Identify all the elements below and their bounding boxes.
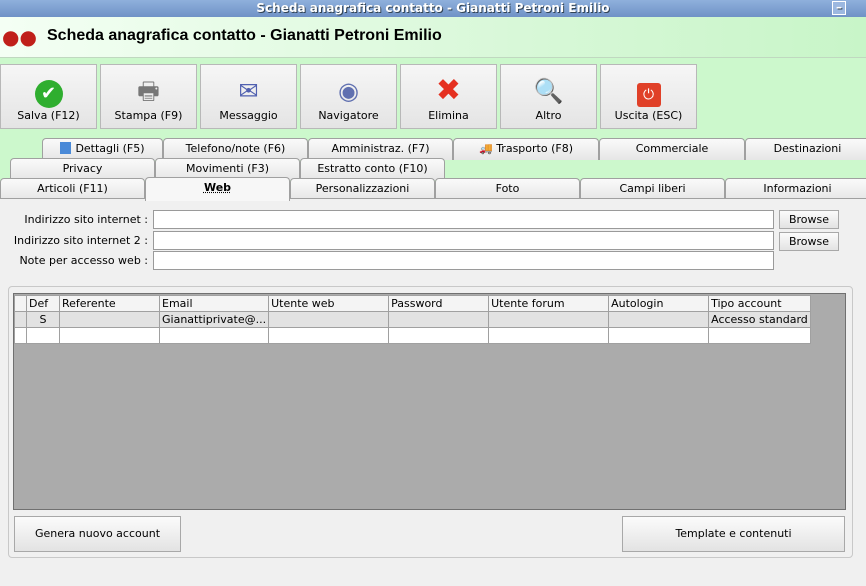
exit-button[interactable]: ⏻ Uscita (ESC) [600, 64, 697, 129]
page-title: Scheda anagrafica contatto - Gianatti Pe… [47, 27, 442, 44]
power-icon: ⏻ [601, 73, 696, 109]
other-button[interactable]: 🔍 Altro [500, 64, 597, 129]
browse-button-2[interactable]: Browse [779, 232, 839, 251]
col-password[interactable]: Password [388, 295, 490, 312]
col-def[interactable]: Def [26, 295, 60, 312]
navigator-button[interactable]: ◉ Navigatore [300, 64, 397, 129]
col-email[interactable]: Email [158, 295, 270, 312]
tab-amministraz[interactable]: Amministraz. (F7) [308, 138, 453, 160]
site1-label: Indirizzo sito internet : [24, 213, 148, 226]
web-notes-input[interactable] [153, 251, 774, 270]
col-autologin[interactable]: Autologin [608, 295, 710, 312]
tab-privacy[interactable]: Privacy [10, 158, 155, 180]
cell[interactable] [158, 327, 270, 344]
browse-button-1[interactable]: Browse [779, 210, 839, 229]
truck-icon: 🚚 [479, 142, 493, 155]
cell[interactable]: Accesso standard [708, 311, 811, 328]
window-title: Scheda anagrafica contatto - Gianatti Pe… [256, 1, 610, 15]
delete-button[interactable]: ✖ Elimina [400, 64, 497, 129]
save-button[interactable]: ✔ Salva (F12) [0, 64, 97, 129]
cell[interactable] [268, 327, 390, 344]
cell[interactable] [59, 327, 160, 344]
site2-input[interactable] [153, 231, 774, 250]
tab-telefono-note[interactable]: Telefono/note (F6) [163, 138, 308, 160]
cell[interactable] [388, 311, 490, 328]
cell[interactable] [608, 327, 710, 344]
cell[interactable] [59, 311, 160, 328]
table-row[interactable] [14, 327, 811, 344]
cell[interactable]: S [26, 311, 60, 328]
col-utente-forum[interactable]: Utente forum [488, 295, 610, 312]
template-contents-button[interactable]: Template e contenuti [622, 516, 845, 552]
tab-trasporto[interactable]: 🚚 Trasporto (F8) [453, 138, 599, 160]
toolbar: ✔ Salva (F12) 🖶 Stampa (F9) ✉ Messaggio ◉ Na… [0, 58, 866, 138]
message-button[interactable]: ✉ Messaggio [200, 64, 297, 129]
cell[interactable] [26, 327, 60, 344]
search-book-icon: 🔍 [533, 77, 564, 105]
printer-icon: 🖶 [137, 77, 160, 105]
print-button[interactable]: 🖶 Stampa (F9) [100, 64, 197, 129]
compass-icon: ◉ [338, 77, 359, 105]
tab-campi-liberi[interactable]: Campi liberi [580, 178, 725, 200]
col-utente-web[interactable]: Utente web [268, 295, 390, 312]
message-icon: ✉ [238, 77, 259, 105]
site1-input[interactable] [153, 210, 774, 229]
window-title-bar: Scheda anagrafica contatto - Gianatti Pe… [0, 0, 866, 17]
cell[interactable] [488, 311, 610, 328]
tab-personalizzazioni[interactable]: Personalizzazioni [290, 178, 435, 200]
notes-label: Note per accesso web : [19, 254, 148, 267]
cell[interactable]: Gianattiprivate@... [158, 311, 270, 328]
grid-header-row: Def Referente Email Utente web Password … [14, 295, 811, 312]
col-referente[interactable]: Referente [59, 295, 160, 312]
generate-account-button[interactable]: Genera nuovo account [14, 516, 181, 552]
col-tipo-account[interactable]: Tipo account [708, 295, 811, 312]
tab-dettagli[interactable]: Dettagli (F5) [42, 138, 163, 160]
tab-foto[interactable]: Foto [435, 178, 580, 200]
tab-commerciale[interactable]: Commerciale [599, 138, 745, 160]
tab-web[interactable]: Web [145, 177, 290, 201]
cell[interactable] [388, 327, 490, 344]
accounts-grid[interactable]: Def Referente Email Utente web Password … [13, 293, 846, 510]
header: ●● Scheda anagrafica contatto - Gianatti… [0, 17, 866, 58]
tab-informazioni[interactable]: Informazioni [725, 178, 866, 200]
tab-strip: Dettagli (F5) Telefono/note (F6) Amminis… [0, 138, 866, 201]
tab-articoli[interactable]: Articoli (F11) [0, 178, 145, 200]
cell[interactable] [708, 327, 811, 344]
cell[interactable] [608, 311, 710, 328]
cell[interactable] [268, 311, 390, 328]
check-icon: ✔ [1, 73, 96, 109]
tab-destinazioni[interactable]: Destinazioni [745, 138, 866, 160]
cell[interactable] [488, 327, 610, 344]
site2-label: Indirizzo sito internet 2 : [13, 234, 148, 247]
table-row[interactable]: S Gianattiprivate@... Accesso standard [14, 311, 811, 328]
calculator-icon [60, 142, 72, 154]
minimize-button[interactable]: – [832, 1, 846, 15]
strawberry-logo-icon: ●● [2, 25, 37, 49]
tab-estratto-conto[interactable]: Estratto conto (F10) [300, 158, 445, 180]
delete-icon: ✖ [435, 73, 462, 108]
